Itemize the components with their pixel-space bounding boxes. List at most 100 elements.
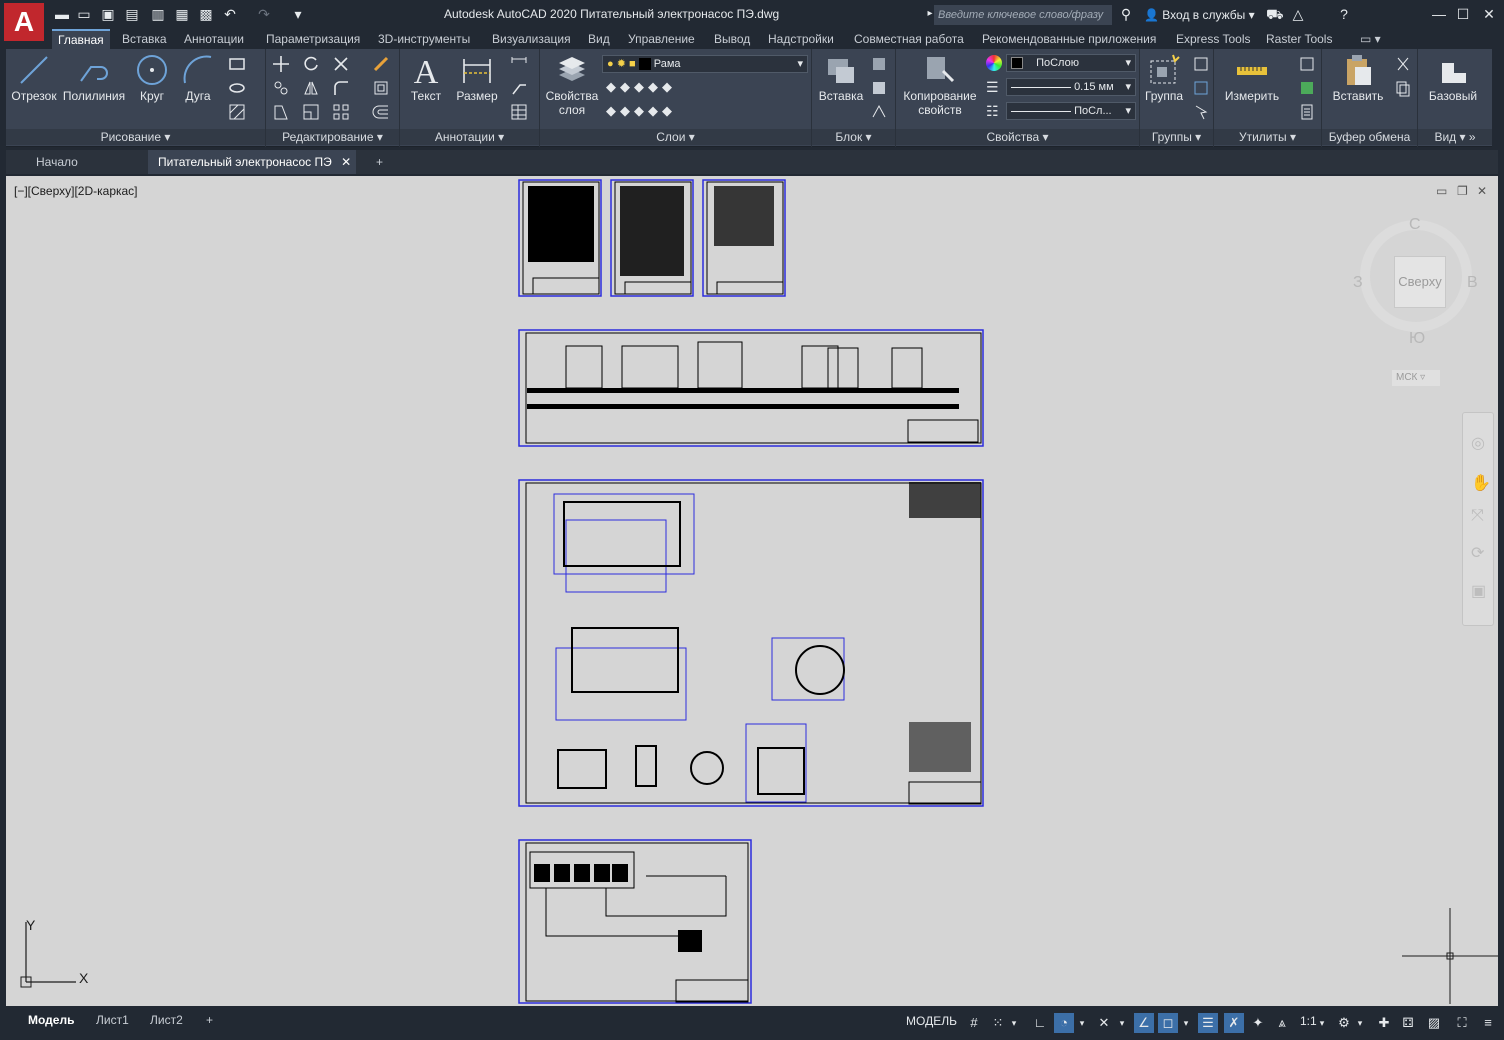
tab-annotate[interactable]: Аннотации: [178, 29, 250, 49]
layer-dropdown[interactable]: ● ✹ ■ Рама ▾: [602, 55, 808, 73]
lineweight-icon[interactable]: ☰: [986, 79, 999, 96]
tab-express-tools[interactable]: Express Tools: [1170, 29, 1256, 49]
create-block-icon[interactable]: [870, 55, 888, 73]
tab-raster-tools[interactable]: Raster Tools: [1260, 29, 1338, 49]
linetype-dropdown[interactable]: ПоСл... ▾: [1006, 102, 1136, 120]
dimension-button[interactable]: Размер: [452, 53, 502, 103]
fullscreen-icon[interactable]: ⛶: [1452, 1013, 1472, 1033]
sheet-text-2[interactable]: [610, 179, 694, 297]
drawing-area[interactable]: [−][Сверху][2D-каркас] Y X ▭ ❐ ✕ Сверху …: [6, 176, 1498, 1006]
offset-icon[interactable]: [372, 103, 390, 121]
trim-icon[interactable]: [332, 55, 350, 73]
rotate-icon[interactable]: [302, 55, 320, 73]
measure-button[interactable]: Измерить: [1220, 53, 1284, 103]
scale-icon[interactable]: [302, 103, 320, 121]
autodesk-app-icon[interactable]: △: [1290, 6, 1306, 22]
select-all-icon[interactable]: [1298, 79, 1316, 97]
lineweight-toggle-icon[interactable]: ☰: [1198, 1013, 1218, 1033]
ungroup-icon[interactable]: [1192, 55, 1210, 73]
array-icon[interactable]: [332, 103, 350, 121]
attribute-icon[interactable]: [870, 103, 888, 121]
base-view-button[interactable]: Базовый: [1428, 53, 1478, 103]
zoom-extents-icon[interactable]: ⤧: [1471, 507, 1484, 525]
tab-manage[interactable]: Управление: [622, 29, 701, 49]
viewcube[interactable]: Сверху: [1360, 220, 1472, 332]
viewport-minimize-icon[interactable]: ▭: [1436, 184, 1447, 198]
group-select-icon[interactable]: [1192, 103, 1210, 121]
sheet-pump-assembly[interactable]: [518, 479, 984, 807]
help-icon[interactable]: ?: [1336, 6, 1352, 22]
workspace-dropdown-icon[interactable]: ▾: [1354, 1013, 1366, 1033]
isodraft-icon[interactable]: ✕: [1094, 1013, 1114, 1033]
sheet-hydraulic-scheme[interactable]: [518, 839, 752, 1004]
viewcube-west[interactable]: З: [1353, 274, 1363, 292]
undo-icon[interactable]: ↶: [222, 6, 238, 22]
tab-parametric[interactable]: Параметризация: [260, 29, 366, 49]
hatch-icon[interactable]: [228, 103, 246, 121]
stretch-icon[interactable]: [272, 103, 290, 121]
save-icon[interactable]: ▣: [100, 6, 116, 22]
rectangle-icon[interactable]: [228, 55, 246, 73]
show-motion-icon[interactable]: ▣: [1471, 581, 1486, 601]
circle-button[interactable]: Круг: [132, 53, 172, 103]
insert-block-button[interactable]: Вставка: [816, 53, 866, 103]
binoculars-icon[interactable]: ⚲: [1118, 6, 1134, 22]
drawing-canvas[interactable]: [6, 176, 1498, 1006]
line-button[interactable]: Отрезок: [10, 53, 58, 103]
color-dropdown[interactable]: ПоСлою ▾: [1006, 54, 1136, 72]
tab-layout1[interactable]: Лист1: [86, 1010, 139, 1030]
plot-icon[interactable]: ▩: [198, 6, 214, 22]
fillet-icon[interactable]: [332, 79, 350, 97]
open-web-icon[interactable]: ▥: [150, 6, 166, 22]
workspace-gear-icon[interactable]: ⚙: [1334, 1013, 1354, 1033]
sheet-text-1[interactable]: [518, 179, 602, 297]
tab-visualize[interactable]: Визуализация: [486, 29, 577, 49]
orbit-icon[interactable]: ⟳: [1471, 543, 1484, 563]
viewcube-south[interactable]: Ю: [1409, 330, 1425, 348]
signin-button[interactable]: 👤 Вход в службы ▾: [1144, 8, 1255, 22]
maximize-button[interactable]: ☐: [1452, 4, 1474, 24]
units-icon[interactable]: ⚃: [1398, 1013, 1418, 1033]
search-input[interactable]: Введите ключевое слово/фразу: [934, 5, 1112, 25]
leader-icon[interactable]: [510, 79, 528, 97]
cart-icon[interactable]: ⛟: [1266, 6, 1284, 22]
grid-icon[interactable]: #: [964, 1013, 984, 1033]
new-layout-button[interactable]: +: [196, 1010, 223, 1030]
auto-scale-icon[interactable]: ✦: [1248, 1013, 1268, 1033]
quick-select-icon[interactable]: [1298, 55, 1316, 73]
panel-properties-label[interactable]: Свойства ▾: [896, 129, 1139, 145]
sheet-text-3[interactable]: [702, 179, 786, 297]
table-icon[interactable]: [510, 103, 528, 121]
panel-draw-label[interactable]: Рисование ▾: [6, 129, 265, 145]
scale-dropdown-icon[interactable]: ▾: [1316, 1013, 1328, 1033]
customize-status-icon[interactable]: ≡: [1478, 1013, 1498, 1033]
viewcube-east[interactable]: В: [1467, 274, 1478, 292]
save-as-icon[interactable]: ▤: [124, 6, 140, 22]
annotation-visibility-icon[interactable]: ✗: [1224, 1013, 1244, 1033]
panel-layers-label[interactable]: Слои ▾: [540, 129, 811, 145]
edit-block-icon[interactable]: [870, 79, 888, 97]
snap-dropdown-icon[interactable]: ▾: [1008, 1013, 1020, 1033]
tab-drawing[interactable]: Питательный электронасос ПЭ ✕: [148, 150, 356, 174]
tab-start[interactable]: Начало: [26, 150, 88, 174]
model-space-button[interactable]: МОДЕЛЬ: [906, 1014, 957, 1028]
annotation-scale-icon[interactable]: ⩓: [1272, 1013, 1292, 1033]
viewcube-face-top[interactable]: Сверху: [1394, 256, 1446, 308]
copy-icon[interactable]: [272, 79, 290, 97]
tab-featured-apps[interactable]: Рекомендованные приложения: [976, 29, 1162, 49]
object-snap-tracking-icon[interactable]: ∠: [1134, 1013, 1154, 1033]
panel-modify-label[interactable]: Редактирование ▾: [266, 129, 399, 145]
tab-insert[interactable]: Вставка: [116, 29, 173, 49]
object-snap-dropdown-icon[interactable]: ▾: [1180, 1013, 1192, 1033]
mirror-icon[interactable]: [302, 79, 320, 97]
viewcube-north[interactable]: С: [1409, 216, 1421, 234]
viewport-close-icon[interactable]: ✕: [1477, 184, 1487, 198]
linetype-icon[interactable]: ☷: [986, 103, 999, 120]
ucs-menu[interactable]: МСК ▿: [1392, 370, 1440, 386]
polar-dropdown-icon[interactable]: ▾: [1076, 1013, 1088, 1033]
tab-addins[interactable]: Надстройки: [762, 29, 840, 49]
layer-properties-button[interactable]: Свойства слоя: [544, 53, 600, 117]
new-tab-button[interactable]: +: [366, 150, 393, 174]
annotation-monitor-icon[interactable]: ✚: [1374, 1013, 1394, 1033]
layer-tools-row-2[interactable]: ◆◆◆◆◆: [606, 103, 676, 119]
